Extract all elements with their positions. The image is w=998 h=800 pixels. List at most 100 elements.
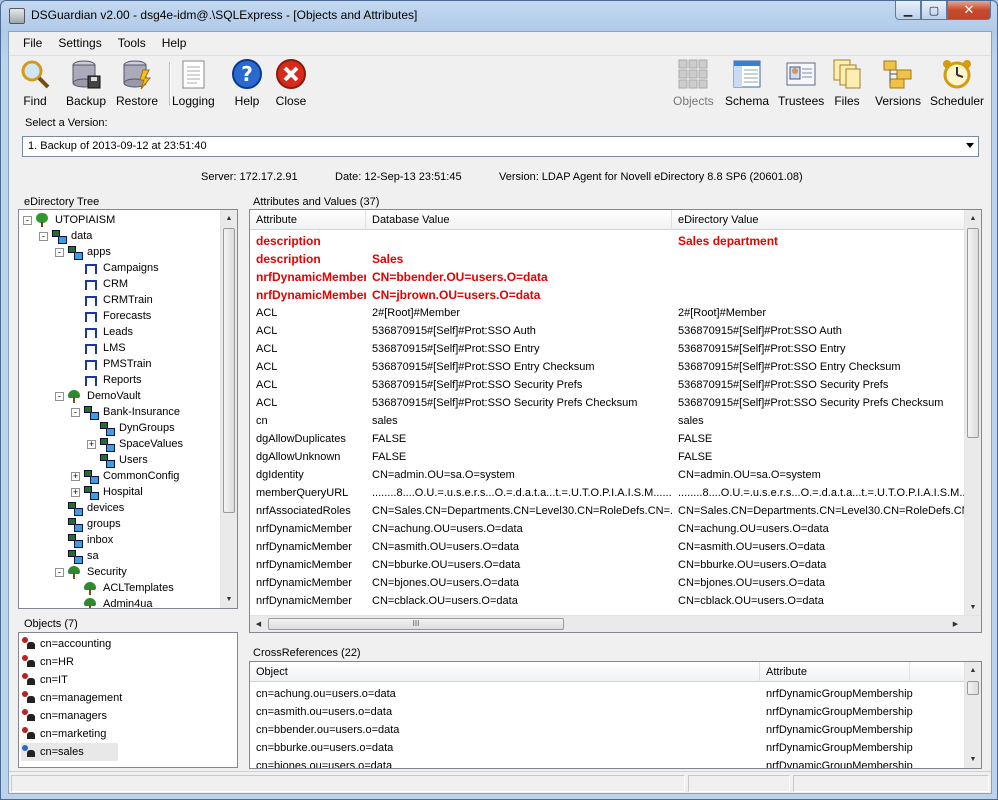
files-button[interactable]: Files bbox=[831, 58, 863, 110]
edirectory-tree[interactable]: - UTOPIAISM - data - apps Campaigns CRM CRMTrain… bbox=[18, 209, 238, 609]
column-database-value[interactable]: Database Value bbox=[366, 210, 672, 230]
attributes-hscroll[interactable]: ◀ III ▶ bbox=[250, 615, 981, 632]
tree-node[interactable]: CRM bbox=[71, 276, 128, 292]
table-row[interactable]: description Sales department bbox=[250, 232, 965, 250]
table-row[interactable]: cn=achung.ou=users.o=data nrfDynamicGroup… bbox=[250, 685, 965, 703]
attributes-vscroll[interactable]: ▲ ▼ bbox=[964, 210, 981, 616]
tree-node[interactable]: + Hospital bbox=[71, 484, 143, 500]
scroll-up-icon[interactable]: ▲ bbox=[965, 210, 981, 227]
menu-file[interactable]: File bbox=[15, 36, 50, 50]
tree-node[interactable]: CRMTrain bbox=[71, 292, 153, 308]
scroll-up-icon[interactable]: ▲ bbox=[221, 210, 237, 227]
tree-node[interactable]: - apps bbox=[55, 244, 111, 260]
versions-button[interactable]: Versions bbox=[875, 58, 921, 110]
scroll-right-icon[interactable]: ▶ bbox=[947, 616, 964, 632]
table-row[interactable]: ACL 536870915#[Self]#Prot:SSO Auth 5368709… bbox=[250, 322, 965, 340]
tree-node[interactable]: Admin4ua bbox=[71, 596, 153, 608]
table-row[interactable]: ACL 536870915#[Self]#Prot:SSO Security Pr… bbox=[250, 394, 965, 412]
find-button[interactable]: Find bbox=[19, 58, 51, 110]
collapse-toggle-icon[interactable]: - bbox=[23, 215, 32, 225]
expand-toggle-icon[interactable]: + bbox=[71, 487, 80, 497]
crossrefs-vscroll[interactable]: ▲ ▼ bbox=[964, 662, 981, 768]
table-row[interactable]: dgIdentity CN=admin.OU=sa.O=system CN=admi… bbox=[250, 466, 965, 484]
scroll-thumb[interactable] bbox=[967, 681, 979, 695]
tree-node[interactable]: Reports bbox=[71, 372, 142, 388]
tree-node[interactable]: groups bbox=[55, 516, 121, 532]
maximize-button[interactable]: ▢ bbox=[921, 1, 947, 20]
table-row[interactable]: nrfDynamicMember CN=achung.OU=users.O=dat… bbox=[250, 520, 965, 538]
menu-help[interactable]: Help bbox=[154, 36, 195, 50]
crossrefs-grid[interactable]: Object Attribute cn=achung.ou=users.o=da… bbox=[249, 661, 982, 769]
expand-toggle-icon[interactable]: + bbox=[71, 471, 80, 481]
tree-node[interactable]: - Bank-Insurance bbox=[71, 404, 180, 420]
collapse-toggle-icon[interactable]: - bbox=[39, 231, 48, 241]
tree-node[interactable]: + CommonConfig bbox=[71, 468, 179, 484]
chevron-down-icon[interactable] bbox=[966, 143, 974, 148]
table-row[interactable]: ACL 536870915#[Self]#Prot:SSO Entry 536870… bbox=[250, 340, 965, 358]
tree-node[interactable]: Forecasts bbox=[71, 308, 151, 324]
tree-node[interactable]: - DemoVault bbox=[55, 388, 141, 404]
table-row[interactable]: ACL 2#[Root]#Member 2#[Root]#Member bbox=[250, 304, 965, 322]
tree-node[interactable]: Campaigns bbox=[71, 260, 159, 276]
tree-node[interactable]: Users bbox=[87, 452, 148, 468]
expand-toggle-icon[interactable]: + bbox=[87, 439, 96, 449]
tree-node[interactable]: DynGroups bbox=[87, 420, 175, 436]
version-select[interactable]: 1. Backup of 2013-09-12 at 23:51:40 bbox=[22, 136, 979, 157]
table-row[interactable]: nrfDynamicMember CN=asmith.OU=users.O=dat… bbox=[250, 538, 965, 556]
collapse-toggle-icon[interactable]: - bbox=[55, 567, 64, 577]
tree-vscroll[interactable]: ▲ ▼ bbox=[220, 210, 237, 608]
close-button[interactable]: Close bbox=[275, 58, 307, 110]
scroll-thumb[interactable] bbox=[223, 228, 235, 513]
tree-node[interactable]: ACLTemplates bbox=[71, 580, 174, 596]
collapse-toggle-icon[interactable]: - bbox=[55, 247, 64, 257]
table-row[interactable]: ACL 536870915#[Self]#Prot:SSO Entry Check… bbox=[250, 358, 965, 376]
tree-node[interactable]: inbox bbox=[55, 532, 113, 548]
table-row[interactable]: nrfDynamicMember CN=cblack.OU=users.O=dat… bbox=[250, 592, 965, 610]
column-attribute[interactable]: Attribute bbox=[250, 210, 366, 230]
tree-node[interactable]: devices bbox=[55, 500, 124, 516]
object-item[interactable]: cn=sales bbox=[21, 743, 118, 761]
table-row[interactable]: ACL 536870915#[Self]#Prot:SSO Security Pr… bbox=[250, 376, 965, 394]
tree-node[interactable]: Leads bbox=[71, 324, 133, 340]
table-row[interactable]: cn=asmith.ou=users.o=data nrfDynamicGroup… bbox=[250, 703, 965, 721]
backup-button[interactable]: Backup bbox=[66, 58, 106, 110]
object-item[interactable]: cn=marketing bbox=[21, 725, 106, 743]
title-bar[interactable]: DSGuardian v2.00 - dsg4e-idm@.\SQLExpres… bbox=[1, 1, 997, 31]
objects-button[interactable]: Objects bbox=[673, 58, 714, 110]
scroll-up-icon[interactable]: ▲ bbox=[965, 662, 981, 679]
table-row[interactable]: cn=bbender.ou=users.o=data nrfDynamicGrou… bbox=[250, 721, 965, 739]
tree-node[interactable]: + SpaceValues bbox=[87, 436, 183, 452]
logging-button[interactable]: Logging bbox=[172, 58, 215, 110]
column-object[interactable]: Object bbox=[250, 662, 760, 682]
table-row[interactable]: cn=bjones.ou=users.o=data nrfDynamicGroup… bbox=[250, 757, 965, 768]
table-row[interactable]: nrfDynamicMember CN=bburke.OU=users.O=dat… bbox=[250, 556, 965, 574]
minimize-button[interactable]: ▁ bbox=[895, 1, 921, 20]
table-row[interactable]: dgAllowDuplicates FALSE FALSE bbox=[250, 430, 965, 448]
tree-node[interactable]: LMS bbox=[71, 340, 126, 356]
object-item[interactable]: cn=accounting bbox=[21, 635, 111, 653]
scheduler-button[interactable]: Scheduler bbox=[930, 58, 984, 110]
scroll-left-icon[interactable]: ◀ bbox=[250, 616, 267, 632]
tree-node[interactable]: - data bbox=[39, 228, 92, 244]
trustees-button[interactable]: Trustees bbox=[778, 58, 824, 110]
schema-button[interactable]: Schema bbox=[725, 58, 769, 110]
scroll-thumb[interactable] bbox=[967, 228, 979, 438]
object-item[interactable]: cn=IT bbox=[21, 671, 68, 689]
menu-tools[interactable]: Tools bbox=[110, 36, 154, 50]
scroll-down-icon[interactable]: ▼ bbox=[965, 599, 981, 616]
tree-node[interactable]: sa bbox=[55, 548, 99, 564]
object-item[interactable]: cn=managers bbox=[21, 707, 107, 725]
collapse-toggle-icon[interactable]: - bbox=[55, 391, 64, 401]
attributes-grid[interactable]: Attribute Database Value eDirectory Valu… bbox=[249, 209, 982, 633]
hscroll-thumb[interactable]: III bbox=[268, 618, 564, 630]
tree-node[interactable]: PMSTrain bbox=[71, 356, 152, 372]
table-row[interactable]: dgAllowUnknown FALSE FALSE bbox=[250, 448, 965, 466]
scroll-down-icon[interactable]: ▼ bbox=[221, 591, 237, 608]
table-row[interactable]: description Sales bbox=[250, 250, 965, 268]
table-row[interactable]: nrfDynamicMember CN=bbender.OU=users.O=da… bbox=[250, 268, 965, 286]
scroll-down-icon[interactable]: ▼ bbox=[965, 751, 981, 768]
help-button[interactable]: ? Help bbox=[231, 58, 263, 110]
menu-settings[interactable]: Settings bbox=[50, 36, 109, 50]
objects-list[interactable]: cn=accounting cn=HR cn=IT cn=management cn=m… bbox=[18, 632, 238, 768]
column-xref-attribute[interactable]: Attribute bbox=[760, 662, 910, 682]
